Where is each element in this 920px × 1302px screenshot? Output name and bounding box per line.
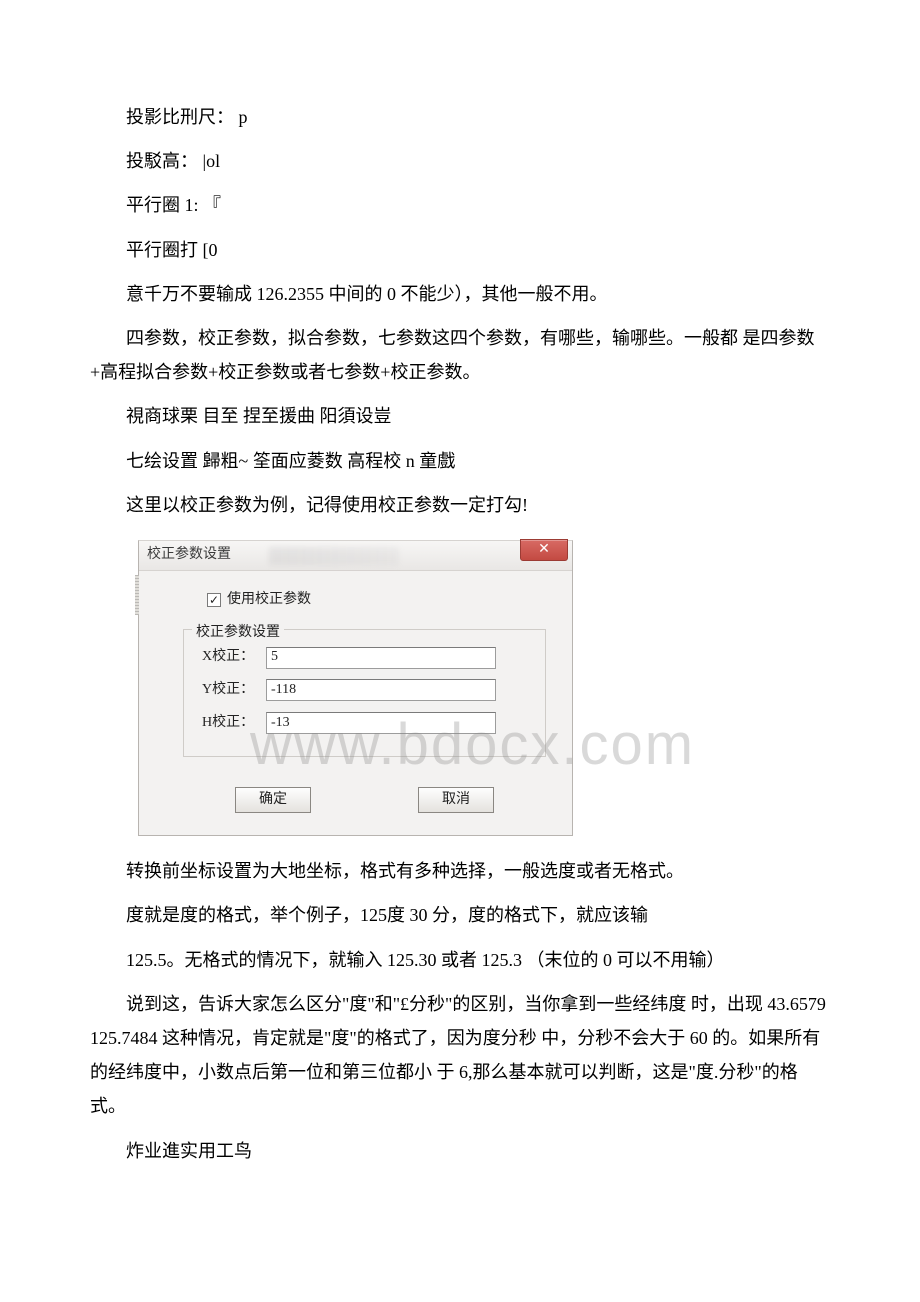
- cancel-button[interactable]: 取消: [418, 787, 494, 813]
- paragraph: 转换前坐标设置为大地坐标，格式有多种选择，一般选度或者无格式。: [90, 854, 830, 888]
- paragraph: 意千万不要输成 126.2355 中间的 0 不能少），其他一般不用。: [90, 277, 830, 311]
- h-correction-label: H校正：: [202, 710, 266, 737]
- paragraph: 125.5。无格式的情况下，就输入 125.30 或者 125.3 （末位的 0…: [90, 943, 830, 977]
- checkmark-icon: ✓: [209, 594, 219, 606]
- x-correction-label: X校正：: [202, 644, 266, 671]
- paragraph: 四参数，校正参数，拟合参数，七参数这四个参数，有哪些，输哪些。一般都 是四参数+…: [90, 321, 830, 389]
- calibration-dialog: 校正参数设置 ✕ ✓ 使用校正参数 校正参数设置 X校正： 5 Y校正：: [138, 540, 573, 836]
- paragraph: 平行圈 1: 『: [90, 188, 830, 222]
- calibration-groupbox: 校正参数设置 X校正： 5 Y校正： -118 H校正： -13: [183, 629, 546, 757]
- close-button[interactable]: ✕: [520, 539, 568, 561]
- dialog-title: 校正参数设置: [147, 542, 231, 569]
- paragraph: 投影比刑尺： p: [90, 100, 830, 134]
- y-correction-label: Y校正：: [202, 677, 266, 704]
- paragraph: 炸业進实用工鸟: [90, 1134, 830, 1168]
- paragraph: 視商球栗 目至 捏至援曲 阳須设豈: [90, 399, 830, 433]
- x-correction-input[interactable]: 5: [266, 647, 496, 669]
- side-decoration: [135, 575, 139, 615]
- group-legend: 校正参数设置: [192, 620, 284, 647]
- dialog-button-row: 确定 取消: [183, 787, 546, 813]
- paragraph: 投駁高： |ol: [90, 144, 830, 178]
- dialog-body: ✓ 使用校正参数 校正参数设置 X校正： 5 Y校正： -118 H校正： -1…: [139, 571, 572, 813]
- paragraph: 度就是度的格式，举个例子，125度 30 分，度的格式下，就应该输: [90, 898, 830, 932]
- y-correction-input[interactable]: -118: [266, 679, 496, 701]
- paragraph: 七绘设置 歸粗~ 筌面应菱数 高程校 n 童戲: [90, 444, 830, 478]
- x-correction-row: X校正： 5: [202, 644, 527, 671]
- titlebar-blur: [269, 547, 399, 565]
- paragraph: 这里以校正参数为例，记得使用校正参数一定打勾!: [90, 488, 830, 522]
- ok-button[interactable]: 确定: [235, 787, 311, 813]
- y-correction-row: Y校正： -118: [202, 677, 527, 704]
- h-correction-input[interactable]: -13: [266, 712, 496, 734]
- use-calibration-row: ✓ 使用校正参数: [207, 587, 546, 614]
- close-icon: ✕: [538, 537, 550, 564]
- dialog-titlebar: 校正参数设置 ✕: [139, 541, 572, 571]
- paragraph: 说到这，告诉大家怎么区分"度"和"£分秒"的区别，当你拿到一些经纬度 时，出现 …: [90, 987, 830, 1124]
- h-correction-row: H校正： -13: [202, 710, 527, 737]
- checkbox-label: 使用校正参数: [227, 587, 311, 614]
- use-calibration-checkbox[interactable]: ✓: [207, 593, 221, 607]
- paragraph: 平行圈打 [0: [90, 233, 830, 267]
- document-page: www.bdocx.com 投影比刑尺： p 投駁高： |ol 平行圈 1: 『…: [90, 100, 830, 1168]
